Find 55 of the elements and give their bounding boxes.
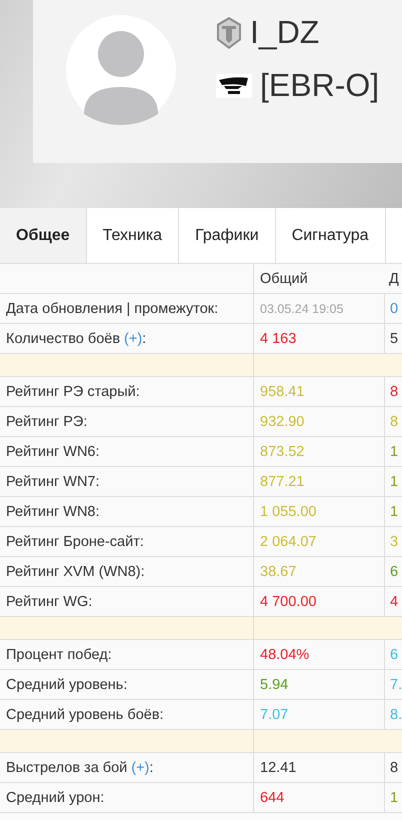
- table-cell: 0: [390, 300, 398, 316]
- row-label: Процент побед:: [6, 646, 112, 662]
- row-label: Рейтинг WN8:: [6, 504, 100, 520]
- row-label: Рейтинг РЭ старый:: [6, 384, 140, 400]
- table-cell: 6: [390, 564, 398, 580]
- table-cell: 03.05.24 19:05: [260, 302, 344, 316]
- row-label: Средний урон:: [6, 790, 104, 806]
- table-cell: 4: [390, 594, 398, 610]
- table-cell: 48.04%: [260, 646, 310, 662]
- row-label: Рейтинг WG:: [6, 594, 92, 610]
- table-cell: 877.21: [260, 474, 304, 490]
- table-cell: 8: [390, 384, 398, 400]
- table-cell: 873.52: [260, 444, 304, 460]
- player-name: I_DZ: [250, 14, 320, 51]
- table-cell: 1: [390, 444, 398, 460]
- table-cell: 3: [390, 534, 398, 550]
- label-colon: :: [142, 330, 146, 346]
- avatar-icon: [66, 15, 176, 125]
- table-cell: 644: [260, 790, 284, 806]
- row-label: Средний уровень боёв:: [6, 706, 164, 722]
- table-cell: 8.: [390, 706, 402, 722]
- row-label: Выстрелов за бой: [6, 760, 128, 776]
- row-label: Рейтинг WN6:: [6, 444, 100, 460]
- shield-icon: [216, 16, 242, 50]
- table-cell: 1: [390, 790, 398, 806]
- row-label: Рейтинг WN7:: [6, 474, 100, 490]
- label-colon: :: [149, 760, 154, 776]
- row-label: Дата обновления | промежуток:: [6, 300, 218, 316]
- column-header: Общий: [260, 270, 308, 286]
- column-header: Д: [389, 270, 399, 286]
- table-cell: 6: [390, 646, 398, 662]
- table-cell: 1: [390, 474, 398, 490]
- clan-tag[interactable]: [EBR-O]: [260, 67, 380, 104]
- table-cell: 4 163: [260, 330, 296, 346]
- table-cell: 8: [390, 414, 398, 430]
- row-label: Количество боёв: [6, 330, 120, 346]
- row-label: Рейтинг XVM (WN8):: [6, 564, 145, 580]
- table-cell: 932.90: [260, 414, 304, 430]
- row-label: Рейтинг Броне-сайт:: [6, 534, 144, 550]
- table-cell: 958.41: [260, 384, 304, 400]
- table-cell: 38.67: [260, 564, 296, 580]
- table-cell: 1 055.00: [260, 504, 316, 520]
- table-cell: 2 064.07: [260, 534, 316, 550]
- table-cell: 5.94: [260, 676, 288, 692]
- row-label: Рейтинг РЭ:: [6, 414, 88, 430]
- tab[interactable]: Общее: [0, 208, 87, 263]
- table-cell: 8: [390, 760, 398, 776]
- table-cell: 12.41: [260, 760, 296, 776]
- table-cell: 7.07: [260, 706, 288, 722]
- table-cell: 5: [390, 330, 398, 346]
- clan-emblem-icon: [216, 74, 252, 98]
- table-cell: 7.: [390, 676, 402, 692]
- table-cell: 4 700.00: [260, 594, 316, 610]
- table-cell: 1: [390, 504, 398, 520]
- row-label: Средний уровень:: [6, 676, 128, 692]
